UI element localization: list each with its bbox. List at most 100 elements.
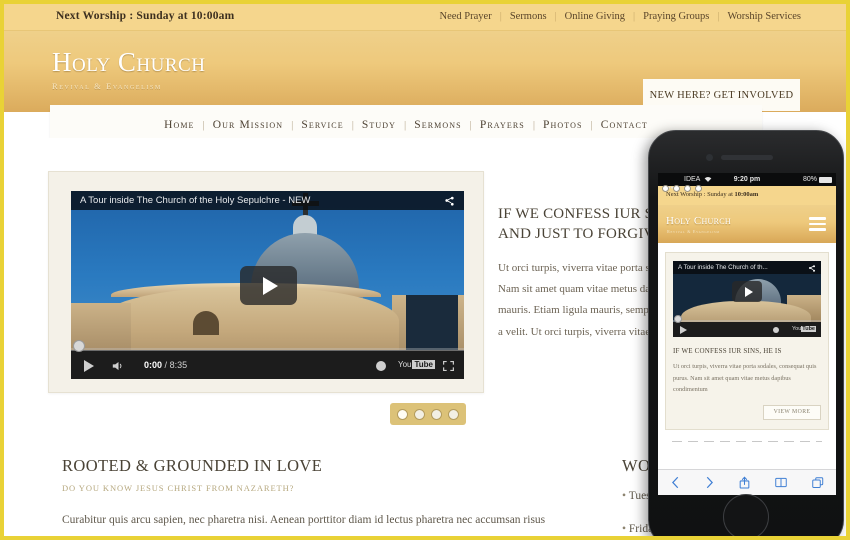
nav-item-study[interactable]: Study [354, 119, 404, 131]
slider-panel: A Tour inside The Church of the Holy Sep… [48, 171, 484, 393]
phone-logo-subtitle: Revival & Evangelism [667, 229, 720, 234]
tabs-icon[interactable] [811, 476, 824, 489]
logo-title: Holy Church [52, 47, 206, 77]
bookmarks-icon[interactable] [774, 477, 787, 488]
phone-text-placeholder [672, 440, 822, 442]
nav-item-our-mission[interactable]: Our Mission [205, 119, 291, 131]
share-icon[interactable] [739, 476, 750, 489]
phone-video-progress-bar[interactable] [673, 315, 821, 323]
video-current-time: 0:00 [144, 360, 163, 370]
video-player[interactable]: A Tour inside The Church of the Holy Sep… [71, 191, 464, 379]
hamburger-bar [809, 228, 826, 231]
rooted-section: ROOTED & GROUNDED IN LOVE DO YOU KNOW JE… [62, 456, 592, 536]
phone-youtube-brand-mark: Tube [801, 326, 816, 332]
phone-slider-dot-2[interactable] [673, 185, 680, 192]
slider-dot-1[interactable] [397, 408, 408, 420]
video-controls: 0:00 / 8:35 You Tube [71, 340, 464, 379]
phone-youtube-brand: You [791, 326, 802, 332]
phone-slider-heading: IF WE CONFESS IUR SINS, HE IS [673, 347, 782, 355]
top-link-need-prayer[interactable]: Need Prayer [433, 11, 499, 22]
video-time-separator: / [164, 360, 168, 370]
top-link-worship-services[interactable]: Worship Services [720, 11, 808, 22]
play-triangle-icon [262, 276, 278, 295]
hamburger-icon[interactable] [809, 217, 826, 234]
phone-slider-dot-1[interactable] [662, 185, 669, 192]
main-navigation-bar: Home | Our Mission | Service | Study | Sermons | P… [50, 105, 762, 138]
phone-home-button[interactable] [723, 494, 769, 536]
play-button[interactable] [84, 360, 94, 372]
video-scrubber-handle[interactable] [73, 340, 85, 352]
nav-item-photos[interactable]: Photos [535, 119, 591, 131]
site-logo[interactable]: Holy Church Revival & Evangelism [52, 47, 206, 92]
phone-screen: ••••• IDEA 9:20 pm 80% Next Worship : Su… [658, 173, 836, 495]
phone-youtube-logo[interactable]: YouTube [792, 326, 816, 332]
youtube-logo[interactable]: You Tube [398, 360, 435, 369]
play-triangle-icon [744, 286, 753, 297]
volume-icon[interactable] [112, 361, 125, 371]
phone-mockup: ••••• IDEA 9:20 pm 80% Next Worship : Su… [648, 130, 844, 536]
top-link-praying-groups[interactable]: Praying Groups [636, 11, 716, 22]
phone-site-header: Holy Church Revival & Evangelism [658, 205, 836, 243]
phone-slider-dots [662, 185, 702, 192]
rooted-subheading: DO YOU KNOW JESUS CHRIST FROM NAZARETH? [62, 483, 295, 493]
phone-video-title: A Tour inside The Church of th... [673, 261, 821, 274]
video-total-time: 8:35 [169, 360, 188, 370]
phone-slider-dot-3[interactable] [684, 185, 691, 192]
phone-video-scrubber-handle[interactable] [674, 315, 682, 323]
video-time-display: 0:00 / 8:35 [144, 360, 187, 370]
phone-clock: 9:20 pm [733, 176, 761, 183]
phone-slider-dot-4[interactable] [695, 185, 702, 192]
view-more-button[interactable]: VIEW MORE [763, 404, 821, 420]
slider-dot-3[interactable] [431, 408, 442, 420]
phone-announcement-prefix: Next Worship : Sunday at [666, 191, 735, 198]
nav-item-home[interactable]: Home [156, 119, 202, 131]
main-navigation: Home | Our Mission | Service | Study | Sermons | P… [50, 115, 762, 133]
worship-announcement: Next Worship : Sunday at 10:00am [56, 10, 235, 22]
settings-icon[interactable] [376, 361, 386, 371]
rooted-paragraph: Curabitur quis arcu sapien, nec pharetra… [62, 514, 546, 526]
share-icon[interactable] [808, 264, 816, 272]
slider-dots [390, 403, 466, 425]
back-icon[interactable] [671, 476, 680, 489]
top-utility-links: Need Prayer | Sermons | Online Giving | Prayin… [433, 11, 808, 22]
phone-camera-icon [706, 154, 713, 161]
battery-icon [819, 176, 832, 183]
thumbnail-niche [193, 311, 219, 335]
nav-item-contact[interactable]: Contact [593, 119, 656, 131]
forward-icon[interactable] [705, 476, 714, 489]
site-header: Holy Church Revival & Evangelism NEW HER… [4, 31, 846, 112]
wifi-icon [704, 176, 712, 183]
video-progress-bar[interactable] [71, 340, 464, 352]
nav-item-sermons[interactable]: Sermons [406, 119, 469, 131]
share-icon[interactable] [444, 195, 455, 206]
top-link-online-giving[interactable]: Online Giving [558, 11, 632, 22]
hamburger-bar [809, 217, 826, 220]
phone-settings-icon[interactable] [773, 327, 779, 333]
hamburger-bar [809, 222, 826, 226]
phone-announcement-time: 10:00am [734, 191, 759, 198]
phone-logo-title[interactable]: Holy Church [666, 215, 731, 227]
video-play-overlay-button[interactable] [239, 266, 297, 305]
phone-play-button[interactable] [680, 326, 687, 334]
phone-video-controls: YouTube [673, 315, 821, 337]
phone-slider-paragraph: Ut orci turpis, viverra vitae porta soda… [673, 363, 817, 394]
slider-dot-2[interactable] [414, 408, 425, 420]
phone-play-overlay-button[interactable] [732, 281, 762, 303]
phone-browser-toolbar [658, 469, 836, 495]
logo-subtitle: Revival & Evangelism [52, 81, 162, 91]
youtube-brand-mark: Tube [412, 360, 435, 369]
phone-slider-card: A Tour inside The Church of th... YouTub… [665, 252, 829, 430]
video-title: A Tour inside The Church of the Holy Sep… [71, 191, 464, 210]
nav-item-prayers[interactable]: Prayers [472, 119, 533, 131]
rooted-heading: ROOTED & GROUNDED IN LOVE [62, 456, 323, 475]
phone-speaker [721, 155, 773, 160]
top-link-sermons[interactable]: Sermons [503, 11, 554, 22]
nav-item-service[interactable]: Service [293, 119, 351, 131]
carrier-label: IDEA [684, 176, 701, 183]
browser-page: Next Worship : Sunday at 10:00am Need Pr… [0, 0, 850, 540]
youtube-brand: You [397, 360, 412, 369]
slider-dot-4[interactable] [448, 408, 459, 420]
phone-video-player[interactable]: A Tour inside The Church of th... YouTub… [673, 261, 821, 337]
battery-percent: 80% [802, 176, 817, 183]
fullscreen-icon[interactable] [443, 361, 454, 371]
